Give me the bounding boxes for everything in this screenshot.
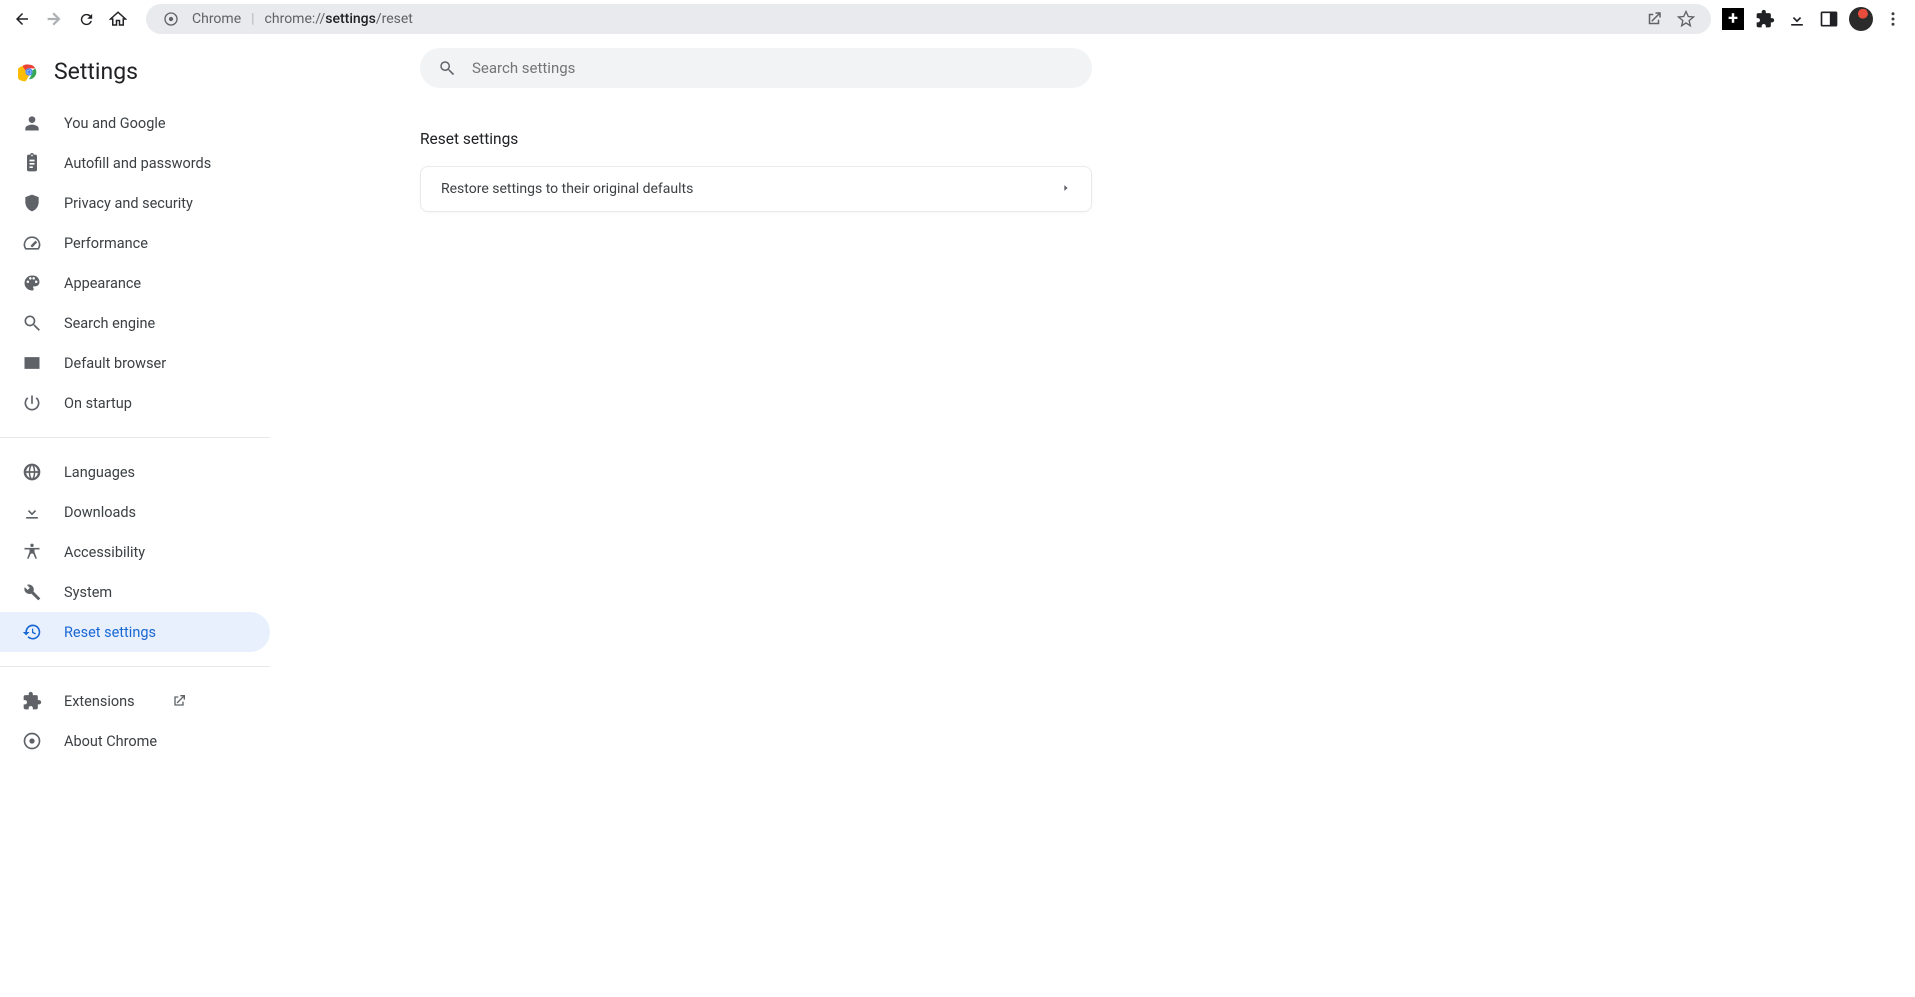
reload-button[interactable] <box>72 5 100 33</box>
sidebar-item-label: Autofill and passwords <box>64 155 211 172</box>
settings-search[interactable] <box>420 48 1092 88</box>
omnibox-url: chrome://settings/reset <box>265 11 413 27</box>
sidebar-item-label: Default browser <box>64 355 166 372</box>
sidebar-item-label: On startup <box>64 395 132 412</box>
sidebar-item-about-chrome[interactable]: About Chrome <box>0 721 270 761</box>
forward-button[interactable] <box>40 5 68 33</box>
wrench-icon <box>22 582 42 602</box>
chrome-logo-icon <box>18 61 40 83</box>
search-icon <box>22 313 42 333</box>
omnibox-separator: | <box>251 11 254 27</box>
sidebar-item-label: Extensions <box>64 693 135 710</box>
sidebar-divider <box>0 666 270 667</box>
downloads-button[interactable] <box>1783 5 1811 33</box>
sidepanel-button[interactable] <box>1815 5 1843 33</box>
sidebar-item-downloads[interactable]: Downloads <box>0 492 270 532</box>
sidebar-item-system[interactable]: System <box>0 572 270 612</box>
palette-icon <box>22 273 42 293</box>
main-content: Reset settings Restore settings to their… <box>270 38 1915 997</box>
sidebar-item-appearance[interactable]: Appearance <box>0 263 270 303</box>
home-button[interactable] <box>104 5 132 33</box>
sidebar-item-label: System <box>64 584 112 601</box>
sidebar-item-label: Reset settings <box>64 624 156 641</box>
speed-icon <box>22 233 42 253</box>
page-title: Settings <box>54 58 138 85</box>
sidebar-header: Settings <box>0 52 270 103</box>
sidebar-item-label: Downloads <box>64 504 136 521</box>
sidebar-item-label: Search engine <box>64 315 155 332</box>
open-in-new-icon <box>169 691 189 711</box>
person-icon <box>22 113 42 133</box>
sidebar-item-languages[interactable]: Languages <box>0 452 270 492</box>
back-button[interactable] <box>8 5 36 33</box>
restore-defaults-label: Restore settings to their original defau… <box>441 181 693 197</box>
sidebar: Settings You and Google Autofill and pass… <box>0 38 270 997</box>
site-info-icon[interactable] <box>160 8 182 30</box>
section-title: Reset settings <box>420 130 518 148</box>
download-icon <box>22 502 42 522</box>
sidebar-item-label: Performance <box>64 235 148 252</box>
sidebar-item-label: Accessibility <box>64 544 145 561</box>
accessibility-icon <box>22 542 42 562</box>
sidebar-item-performance[interactable]: Performance <box>0 223 270 263</box>
sidebar-item-label: You and Google <box>64 115 166 132</box>
browser-toolbar: Chrome | chrome://settings/reset + <box>0 0 1915 38</box>
chevron-right-icon <box>1061 181 1071 197</box>
sidebar-item-autofill-and-passwords[interactable]: Autofill and passwords <box>0 143 270 183</box>
sidebar-item-privacy-and-security[interactable]: Privacy and security <box>0 183 270 223</box>
new-tab-button[interactable]: + <box>1719 5 1747 33</box>
sidebar-item-label: Appearance <box>64 275 141 292</box>
bookmark-icon[interactable] <box>1675 8 1697 30</box>
browser-icon <box>22 353 42 373</box>
settings-search-input[interactable] <box>472 59 1074 77</box>
power-icon <box>22 393 42 413</box>
globe-icon <box>22 462 42 482</box>
clipboard-icon <box>22 153 42 173</box>
sidebar-item-extensions[interactable]: Extensions <box>0 681 270 721</box>
chrome-menu-button[interactable] <box>1879 5 1907 33</box>
restore-icon <box>22 622 42 642</box>
sidebar-item-on-startup[interactable]: On startup <box>0 383 270 423</box>
sidebar-item-accessibility[interactable]: Accessibility <box>0 532 270 572</box>
omnibox[interactable]: Chrome | chrome://settings/reset <box>146 4 1711 34</box>
sidebar-item-label: Languages <box>64 464 135 481</box>
sidebar-item-search-engine[interactable]: Search engine <box>0 303 270 343</box>
extensions-button[interactable] <box>1751 5 1779 33</box>
share-icon[interactable] <box>1643 8 1665 30</box>
sidebar-item-reset-settings[interactable]: Reset settings <box>0 612 270 652</box>
chrome-icon <box>22 731 42 751</box>
sidebar-item-label: Privacy and security <box>64 195 193 212</box>
omnibox-prefix: Chrome <box>192 11 241 27</box>
extension-icon <box>22 691 42 711</box>
restore-defaults-row[interactable]: Restore settings to their original defau… <box>421 167 1091 211</box>
sidebar-item-you-and-google[interactable]: You and Google <box>0 103 270 143</box>
sidebar-divider <box>0 437 270 438</box>
sidebar-item-default-browser[interactable]: Default browser <box>0 343 270 383</box>
profile-avatar[interactable] <box>1847 5 1875 33</box>
search-icon <box>438 59 456 77</box>
reset-card: Restore settings to their original defau… <box>420 166 1092 212</box>
shield-icon <box>22 193 42 213</box>
sidebar-item-label: About Chrome <box>64 733 157 750</box>
